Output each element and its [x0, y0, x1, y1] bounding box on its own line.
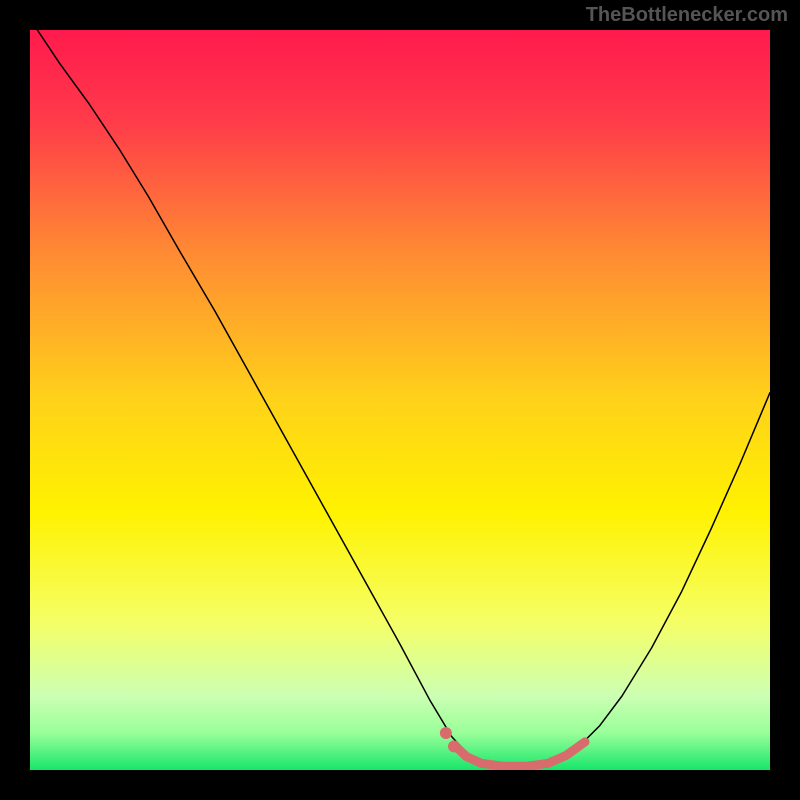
- chart-container: TheBottlenecker.com: [0, 0, 800, 800]
- highlight-dot: [440, 727, 452, 739]
- highlight-dot: [448, 740, 460, 752]
- highlight-bottom-band: [456, 742, 586, 766]
- watermark-text: TheBottlenecker.com: [586, 4, 788, 27]
- bottleneck-curve: [37, 30, 770, 768]
- plot-area: [30, 30, 770, 770]
- curve-layer: [30, 30, 770, 770]
